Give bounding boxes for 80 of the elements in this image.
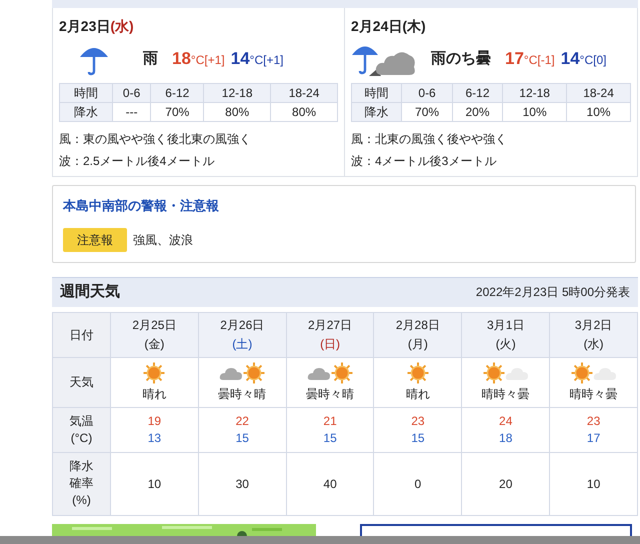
sun-icon: [570, 362, 593, 384]
high-temperature: 21: [322, 412, 338, 430]
row-header-line: 降水: [68, 458, 94, 475]
table-cell: ---: [112, 102, 151, 122]
weather-label: 曇時々晴: [306, 386, 354, 402]
table-cell: 80%: [204, 102, 271, 122]
table-cell: 6-12: [150, 84, 204, 102]
weather-label: 雨のち曇: [431, 48, 491, 69]
sun-icon: [482, 362, 505, 384]
table-cell: 降水: [352, 102, 402, 122]
wind-text: 風：東の風やや強く後北東の風強く: [59, 131, 252, 148]
high-temperature: 18°C[+1]: [172, 48, 225, 70]
issued-time: 2022年2月23日 5時00分発表: [476, 284, 630, 301]
table-cell: 時間: [352, 84, 402, 102]
weather-label: 曇時々晴: [218, 386, 266, 402]
low-temperature: 18: [498, 430, 514, 446]
high-temperature: 17°C[-1]: [505, 48, 555, 70]
date-cell: 3月1日 (火): [462, 312, 550, 357]
table-cell: 80%: [270, 102, 338, 122]
low-temperature: 15: [234, 430, 250, 446]
section-title: 週間天気: [60, 282, 120, 302]
alert-title[interactable]: 本島中南部の警報・注意報: [63, 196, 625, 216]
low-temperature: 15: [410, 430, 426, 446]
low-temperature: 13: [146, 430, 162, 446]
table-cell: 12-18: [502, 84, 567, 102]
wave-text: 波：2.5メートル後4メートル: [59, 153, 216, 170]
table-cell: 18-24: [566, 84, 630, 102]
high-temperature: 23: [410, 412, 426, 430]
weather-label: 晴時々曇: [570, 386, 618, 402]
table-cell: 降水: [60, 102, 112, 122]
wave-text: 波：4メートル後3メートル: [351, 153, 498, 170]
high-temperature: 22: [234, 412, 250, 430]
row-header-line: 気温: [68, 412, 94, 430]
table-cell: 時間: [60, 84, 112, 102]
weather-label: 雨: [143, 48, 158, 69]
row-header-line: 確率: [68, 475, 94, 492]
row-header-line: (°C): [70, 430, 94, 446]
precip-cell: 40: [286, 452, 374, 515]
table-cell: 10%: [502, 102, 567, 122]
row-header: 天気: [52, 357, 110, 407]
date-cell: 2月27日 (日): [286, 312, 374, 357]
low-temperature: 14°C[0]: [560, 48, 606, 70]
high-temperature: 19: [146, 412, 162, 430]
table-cell: 10%: [566, 102, 630, 122]
wind-text: 風：北東の風強く後やや強く: [351, 131, 508, 148]
row-header: 日付: [52, 312, 110, 357]
precip-cell: 20: [462, 452, 550, 515]
advisory-text: 強風、波浪: [133, 232, 193, 248]
sun-icon: [143, 362, 166, 384]
table-cell: 0-6: [112, 84, 151, 102]
low-temperature: 17: [586, 430, 602, 446]
day-title: 2月23日(水): [59, 17, 135, 36]
row-header-line: (%): [71, 492, 92, 509]
table-cell: 70%: [402, 102, 452, 122]
sun-icon: [406, 362, 429, 384]
table-cell: 12-18: [204, 84, 271, 102]
sun-icon: [243, 362, 266, 384]
weather-label: 晴れ: [142, 386, 166, 402]
table-cell: 70%: [150, 102, 204, 122]
high-temperature: 24: [498, 412, 514, 430]
table-cell: 20%: [452, 102, 503, 122]
precip-cell: 10: [550, 452, 638, 515]
date-cell: 2月25日 (金): [110, 312, 198, 357]
precip-cell: 0: [374, 452, 462, 515]
table-cell: 6-12: [452, 84, 503, 102]
sun-icon: [331, 362, 354, 384]
precip-cell: 30: [198, 452, 286, 515]
high-temperature: 23: [586, 412, 602, 430]
date-cell: 2月26日 (土): [198, 312, 286, 357]
date-cell: 2月28日 (月): [374, 312, 462, 357]
precip-cell: 10: [110, 452, 198, 515]
advisory-badge: 注意報: [63, 228, 127, 252]
table-cell: 0-6: [402, 84, 452, 102]
weather-label: 晴時々曇: [482, 386, 530, 402]
low-temperature: 15: [322, 430, 338, 446]
day-title: 2月24日(木): [351, 17, 427, 36]
table-cell: 18-24: [270, 84, 338, 102]
low-temperature: 14°C[+1]: [230, 48, 284, 70]
weather-label: 晴れ: [406, 386, 430, 402]
date-cell: 3月2日 (水): [550, 312, 638, 357]
